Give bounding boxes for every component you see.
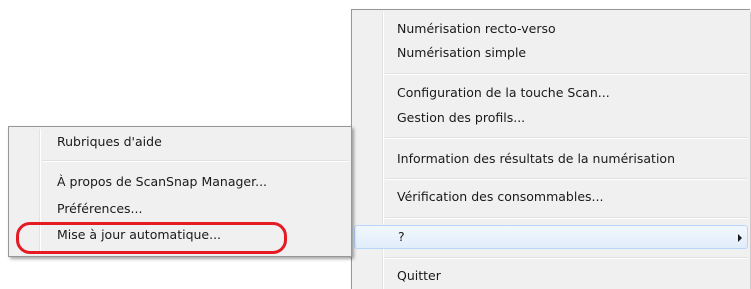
menu-separator bbox=[385, 257, 747, 259]
menu-item-label: Gestion des profils... bbox=[397, 110, 526, 125]
menu-item-label: Configuration de la touche Scan... bbox=[397, 85, 610, 100]
menu-separator bbox=[385, 217, 747, 219]
menu-item-duplex-scan[interactable]: Numérisation recto-verso bbox=[354, 17, 748, 41]
help-submenu: Rubriques d'aide À propos de ScanSnap Ma… bbox=[8, 126, 352, 257]
submenu-item-help-topics[interactable]: Rubriques d'aide bbox=[11, 130, 349, 154]
menu-item-label: Numérisation recto-verso bbox=[397, 21, 556, 36]
menu-item-label: Information des résultats de la numérisa… bbox=[397, 151, 675, 166]
menu-item-simplex-scan[interactable]: Numérisation simple bbox=[354, 41, 748, 65]
submenu-arrow-icon bbox=[738, 234, 742, 242]
menu-item-label: Préférences... bbox=[57, 201, 143, 216]
submenu-item-preferences[interactable]: Préférences... bbox=[11, 197, 349, 221]
menu-item-label: À propos de ScanSnap Manager... bbox=[57, 174, 268, 189]
menu-item-scan-results-info[interactable]: Information des résultats de la numérisa… bbox=[354, 147, 748, 171]
menu-item-label: Quitter bbox=[397, 268, 441, 283]
menu-item-quit[interactable]: Quitter bbox=[354, 264, 748, 288]
menu-item-label: Mise à jour automatique... bbox=[57, 227, 222, 242]
menu-item-label: Rubriques d'aide bbox=[57, 134, 162, 149]
menu-separator bbox=[42, 160, 348, 162]
menu-item-profile-management[interactable]: Gestion des profils... bbox=[354, 106, 748, 130]
menu-item-label: Numérisation simple bbox=[397, 45, 527, 60]
menu-separator bbox=[385, 73, 747, 75]
menu-item-help[interactable]: ? bbox=[354, 225, 748, 249]
scansnap-context-menu: Numérisation recto-verso Numérisation si… bbox=[351, 9, 750, 289]
menu-item-label: Vérification des consommables... bbox=[397, 189, 604, 204]
submenu-item-auto-update[interactable]: Mise à jour automatique... bbox=[11, 223, 349, 247]
menu-separator bbox=[385, 137, 747, 139]
menu-item-label: ? bbox=[398, 229, 405, 244]
screenshot-canvas: Numérisation recto-verso Numérisation si… bbox=[0, 0, 751, 289]
menu-item-consumables-check[interactable]: Vérification des consommables... bbox=[354, 185, 748, 209]
menu-item-scan-button-settings[interactable]: Configuration de la touche Scan... bbox=[354, 81, 748, 105]
menu-separator bbox=[385, 178, 747, 180]
submenu-item-about[interactable]: À propos de ScanSnap Manager... bbox=[11, 170, 349, 194]
